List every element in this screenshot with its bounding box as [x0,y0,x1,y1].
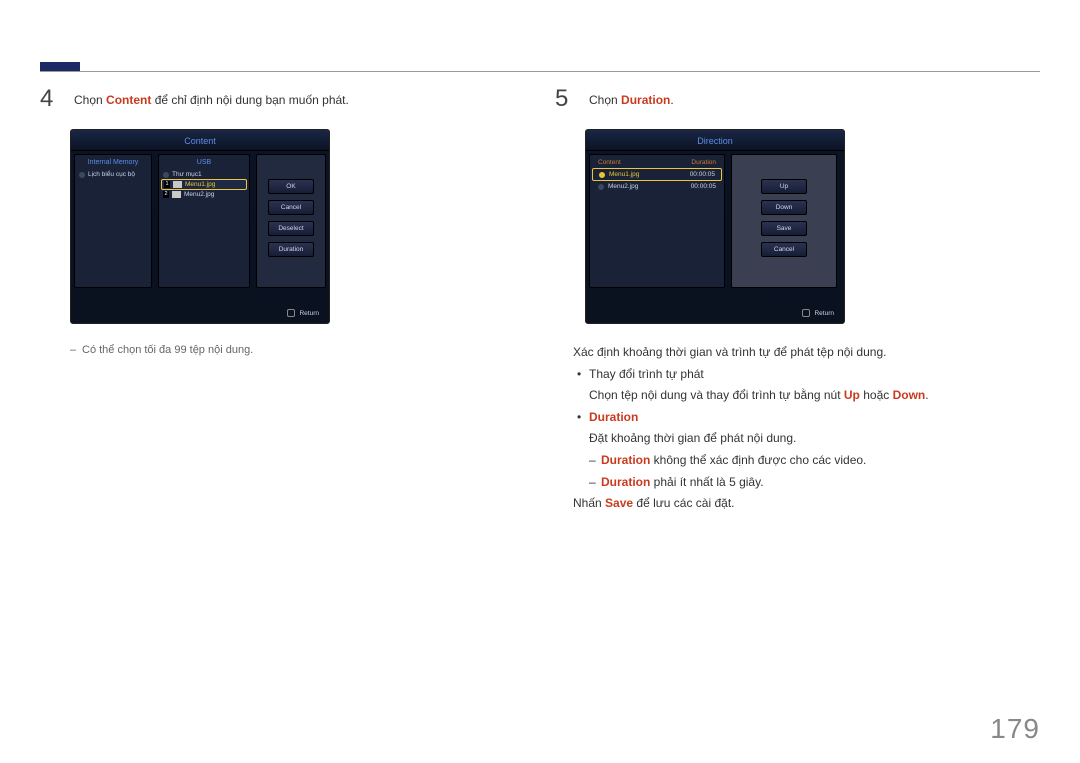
text: Nhấn Save để lưu các cài đặt. [573,493,1040,515]
instruction-body: Xác định khoảng thời gian và trình tự để… [573,342,1040,515]
list-item[interactable]: Lịch biểu cục bộ [77,170,149,179]
dash-item: Duration không thể xác định được cho các… [573,450,1040,472]
hl-save: Save [605,496,633,510]
highlight-content: Content [106,93,151,107]
hl-up: Up [844,388,860,402]
up-button[interactable]: Up [761,179,807,194]
thumb-icon [173,181,182,188]
text: Chọn tệp nội dung và thay đổi trình tự b… [573,385,1040,407]
file-label: Menu1.jpg [185,181,215,188]
cancel-button[interactable]: Cancel [268,200,314,215]
step-text: Chọn Content để chỉ định nội dung bạn mu… [74,85,349,113]
highlight-duration: Duration [621,93,670,107]
folder-icon [163,172,169,178]
tab-usb[interactable]: USB [161,157,247,170]
header-accent [40,62,80,71]
header-rule [40,62,1040,72]
index-badge: 1 [164,181,170,188]
action-panel: OK Cancel Deselect Duration [256,154,326,288]
text: không thể xác định được cho các video. [650,453,866,467]
panel-internal-memory: Internal Memory Lịch biểu cục bộ [74,154,152,288]
text: để chỉ định nội dung bạn muốn phát. [151,93,348,107]
folder-label: Thư mục1 [172,171,202,178]
preview-action-panel: Up Down Save Cancel [731,154,837,288]
deselect-button[interactable]: Deselect [268,221,314,236]
hl-down: Down [893,388,926,402]
hl-duration: Duration [601,453,650,467]
cancel-button[interactable]: Cancel [761,242,807,257]
return-label: Return [814,310,834,317]
text: . [925,388,928,402]
step-5: 5 Chọn Duration. [555,85,1040,113]
text: Chọn tệp nội dung và thay đổi trình tự b… [589,388,844,402]
text: Xác định khoảng thời gian và trình tự để… [573,342,1040,364]
down-button[interactable]: Down [761,200,807,215]
duration-row[interactable]: Menu2.jpg 00:00:05 [592,181,722,192]
bullet-icon [599,172,605,178]
folder-row[interactable]: Thư mục1 [161,170,247,179]
footnote: Có thể chọn tối đa 99 tệp nội dung. [70,342,525,360]
right-column: 5 Chọn Duration. Direction Content Durat… [555,85,1040,515]
text: . [670,93,673,107]
file-label: Menu2.jpg [184,191,214,198]
return-label: Return [299,310,319,317]
bullet-item: Thay đổi trình tự phát [573,364,1040,386]
text: Nhấn [573,496,605,510]
file-row-selected[interactable]: 1 Menu1.jpg [161,179,247,190]
direction-screen: Direction Content Duration Menu1.jpg 00:… [585,129,845,324]
footnote-text: Có thể chọn tối đa 99 tệp nội dung. [70,342,525,360]
page-number: 179 [990,713,1040,745]
ok-button[interactable]: OK [268,179,314,194]
step-text: Chọn Duration. [589,85,674,113]
duration-value: 00:00:05 [691,183,716,190]
save-button[interactable]: Save [761,221,807,236]
dash-item: Duration phải ít nhất là 5 giây. [573,472,1040,494]
col-content: Content [598,159,621,166]
screen-title: Direction [586,130,844,151]
index-badge: 2 [163,191,169,198]
file-row[interactable]: 2 Menu2.jpg [161,190,247,199]
tab-internal-memory[interactable]: Internal Memory [77,157,149,170]
panel-usb: USB Thư mục1 1 Menu1.jpg 2 Menu2.jpg [158,154,250,288]
content-columns: 4 Chọn Content để chỉ định nội dung bạn … [40,85,1040,515]
duration-button[interactable]: Duration [268,242,314,257]
step-4: 4 Chọn Content để chỉ định nội dung bạn … [40,85,525,113]
text: Chọn [589,93,621,107]
item-label: Lịch biểu cục bộ [88,171,135,178]
text: hoặc [860,388,893,402]
text: để lưu các cài đặt. [633,496,734,510]
content-duration-panel: Content Duration Menu1.jpg 00:00:05 [589,154,725,288]
step-number: 5 [555,85,577,113]
duration-row-selected[interactable]: Menu1.jpg 00:00:05 [592,168,722,181]
screen-body: Content Duration Menu1.jpg 00:00:05 [586,151,844,291]
file-label: Menu1.jpg [609,171,639,178]
thumb-icon [172,191,181,198]
col-duration: Duration [691,159,716,166]
left-column: 4 Chọn Content để chỉ định nội dung bạn … [40,85,525,515]
bullet-duration: Duration [573,407,1040,429]
hl-duration: Duration [601,475,650,489]
return-icon [802,309,810,317]
bullet-icon [598,184,604,190]
file-label: Menu2.jpg [608,183,638,190]
step-number: 4 [40,85,62,113]
screen-title: Content [71,130,329,151]
text: Đặt khoảng thời gian để phát nội dung. [573,428,1040,450]
text: Chọn [74,93,106,107]
return-icon [287,309,295,317]
hl-duration: Duration [589,410,638,424]
text: phải ít nhất là 5 giây. [650,475,763,489]
bullet-icon [79,172,85,178]
return-footer[interactable]: Return [802,309,834,317]
return-footer[interactable]: Return [287,309,319,317]
screen-body: Internal Memory Lịch biểu cục bộ USB Thư… [71,151,329,291]
duration-value: 00:00:05 [690,171,715,178]
column-headers: Content Duration [592,157,722,168]
content-screen: Content Internal Memory Lịch biểu cục bộ… [70,129,330,324]
